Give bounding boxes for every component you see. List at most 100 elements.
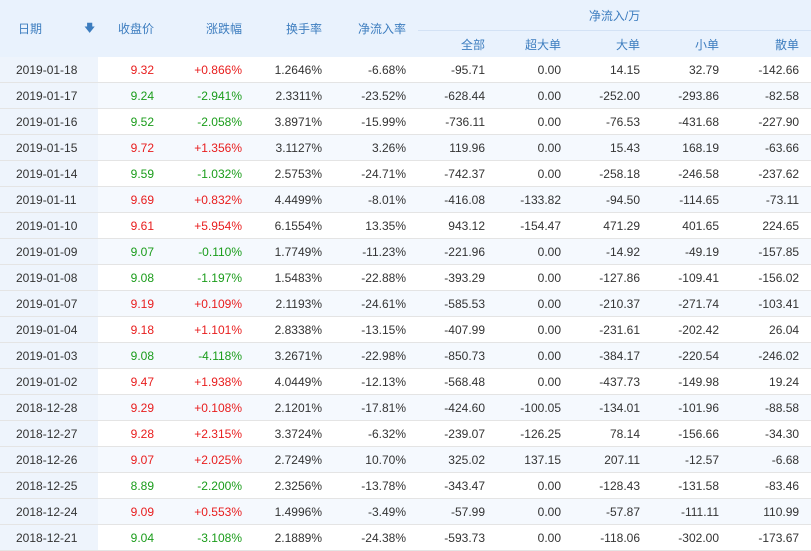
column-header-super[interactable]: 超大单 bbox=[497, 30, 573, 57]
cell-date: 2019-01-11 bbox=[0, 186, 98, 213]
cell-close: 9.04 bbox=[98, 524, 166, 551]
cell-change: -0.110% bbox=[166, 238, 254, 265]
cell-small: -49.19 bbox=[652, 238, 731, 265]
cell-super: 0.00 bbox=[497, 524, 573, 551]
cell-close: 8.89 bbox=[98, 472, 166, 499]
cell-turnover: 2.3311% bbox=[254, 82, 334, 109]
fund-flow-table: 日期 🡇 收盘价 涨跌幅 换手率 净流入率 净流入/万 全部 超大单 大单 小单… bbox=[0, 0, 811, 551]
cell-date: 2019-01-14 bbox=[0, 160, 98, 187]
cell-ratio: -6.68% bbox=[334, 57, 418, 83]
table-row: 2018-12-24 9.09 +0.553% 1.4996% -3.49% -57.99… bbox=[0, 498, 811, 525]
cell-date: 2019-01-18 bbox=[0, 57, 98, 83]
cell-super: -100.05 bbox=[497, 394, 573, 421]
cell-close: 9.08 bbox=[98, 342, 166, 369]
cell-date: 2018-12-27 bbox=[0, 420, 98, 447]
column-group-net-inflow: 净流入/万 bbox=[418, 0, 811, 31]
cell-retail: -34.30 bbox=[731, 420, 811, 447]
cell-turnover: 2.5753% bbox=[254, 160, 334, 187]
cell-retail: 19.24 bbox=[731, 368, 811, 395]
column-header-net-ratio[interactable]: 净流入率 bbox=[334, 0, 418, 57]
cell-close: 9.09 bbox=[98, 498, 166, 525]
cell-super: 0.00 bbox=[497, 290, 573, 317]
cell-change: +1.938% bbox=[166, 368, 254, 395]
cell-all: -57.99 bbox=[418, 498, 497, 525]
cell-retail: -63.66 bbox=[731, 134, 811, 161]
table-body: 2019-01-18 9.32 +0.866% 1.2646% -6.68% -95.71… bbox=[0, 57, 811, 551]
cell-small: -131.58 bbox=[652, 472, 731, 499]
cell-large: -437.73 bbox=[573, 368, 652, 395]
table-row: 2019-01-15 9.72 +1.356% 3.1127% 3.26% 119.96 0… bbox=[0, 134, 811, 161]
cell-super: 0.00 bbox=[497, 238, 573, 265]
cell-all: -585.53 bbox=[418, 290, 497, 317]
column-header-turnover[interactable]: 换手率 bbox=[254, 0, 334, 57]
cell-retail: -103.41 bbox=[731, 290, 811, 317]
cell-large: -134.01 bbox=[573, 394, 652, 421]
cell-super: -133.82 bbox=[497, 186, 573, 213]
cell-ratio: 3.26% bbox=[334, 134, 418, 161]
column-header-change[interactable]: 涨跌幅 bbox=[166, 0, 254, 57]
cell-small: 168.19 bbox=[652, 134, 731, 161]
cell-close: 9.69 bbox=[98, 186, 166, 213]
cell-date: 2018-12-21 bbox=[0, 524, 98, 551]
arrow-down-icon[interactable]: 🡇 bbox=[84, 19, 95, 38]
cell-change: +1.101% bbox=[166, 316, 254, 343]
cell-retail: -157.85 bbox=[731, 238, 811, 265]
cell-ratio: -23.52% bbox=[334, 82, 418, 109]
cell-change: +0.832% bbox=[166, 186, 254, 213]
cell-super: 0.00 bbox=[497, 342, 573, 369]
cell-date: 2019-01-03 bbox=[0, 342, 98, 369]
cell-super: 0.00 bbox=[497, 368, 573, 395]
cell-retail: -83.46 bbox=[731, 472, 811, 499]
cell-ratio: 10.70% bbox=[334, 446, 418, 473]
cell-small: 32.79 bbox=[652, 57, 731, 83]
cell-date: 2018-12-28 bbox=[0, 394, 98, 421]
cell-close: 9.28 bbox=[98, 420, 166, 447]
cell-change: -3.108% bbox=[166, 524, 254, 551]
cell-all: -239.07 bbox=[418, 420, 497, 447]
cell-ratio: -22.88% bbox=[334, 264, 418, 291]
cell-turnover: 4.4499% bbox=[254, 186, 334, 213]
cell-large: -76.53 bbox=[573, 108, 652, 135]
column-header-large[interactable]: 大单 bbox=[573, 30, 652, 57]
cell-turnover: 2.1201% bbox=[254, 394, 334, 421]
cell-retail: -173.67 bbox=[731, 524, 811, 551]
column-header-retail[interactable]: 散单 bbox=[731, 30, 811, 57]
cell-turnover: 2.7249% bbox=[254, 446, 334, 473]
cell-retail: -82.58 bbox=[731, 82, 811, 109]
cell-turnover: 3.3724% bbox=[254, 420, 334, 447]
cell-ratio: -13.15% bbox=[334, 316, 418, 343]
cell-change: +5.954% bbox=[166, 212, 254, 239]
column-header-small[interactable]: 小单 bbox=[652, 30, 731, 57]
table-row: 2019-01-11 9.69 +0.832% 4.4499% -8.01% -416.0… bbox=[0, 186, 811, 213]
cell-date: 2019-01-17 bbox=[0, 82, 98, 109]
cell-change: -1.032% bbox=[166, 160, 254, 187]
cell-turnover: 2.1889% bbox=[254, 524, 334, 551]
cell-date: 2019-01-07 bbox=[0, 290, 98, 317]
cell-date: 2019-01-02 bbox=[0, 368, 98, 395]
cell-small: -293.86 bbox=[652, 82, 731, 109]
cell-ratio: -22.98% bbox=[334, 342, 418, 369]
cell-all: -736.11 bbox=[418, 108, 497, 135]
cell-change: -1.197% bbox=[166, 264, 254, 291]
cell-large: -384.17 bbox=[573, 342, 652, 369]
cell-change: +2.025% bbox=[166, 446, 254, 473]
column-header-all[interactable]: 全部 bbox=[418, 30, 497, 57]
cell-ratio: -13.78% bbox=[334, 472, 418, 499]
cell-small: -220.54 bbox=[652, 342, 731, 369]
table-row: 2019-01-02 9.47 +1.938% 4.0449% -12.13% -568.… bbox=[0, 368, 811, 395]
cell-large: -57.87 bbox=[573, 498, 652, 525]
cell-turnover: 2.1193% bbox=[254, 290, 334, 317]
cell-super: -154.47 bbox=[497, 212, 573, 239]
cell-ratio: -24.71% bbox=[334, 160, 418, 187]
cell-change: +1.356% bbox=[166, 134, 254, 161]
table-row: 2018-12-26 9.07 +2.025% 2.7249% 10.70% 325.02… bbox=[0, 446, 811, 473]
table-row: 2019-01-04 9.18 +1.101% 2.8338% -13.15% -407.… bbox=[0, 316, 811, 343]
cell-retail: -156.02 bbox=[731, 264, 811, 291]
cell-change: -2.058% bbox=[166, 108, 254, 135]
column-header-date[interactable]: 日期 🡇 bbox=[0, 0, 98, 57]
column-header-close[interactable]: 收盘价 bbox=[98, 0, 166, 57]
cell-large: 15.43 bbox=[573, 134, 652, 161]
cell-date: 2019-01-10 bbox=[0, 212, 98, 239]
cell-large: 78.14 bbox=[573, 420, 652, 447]
cell-retail: 110.99 bbox=[731, 498, 811, 525]
